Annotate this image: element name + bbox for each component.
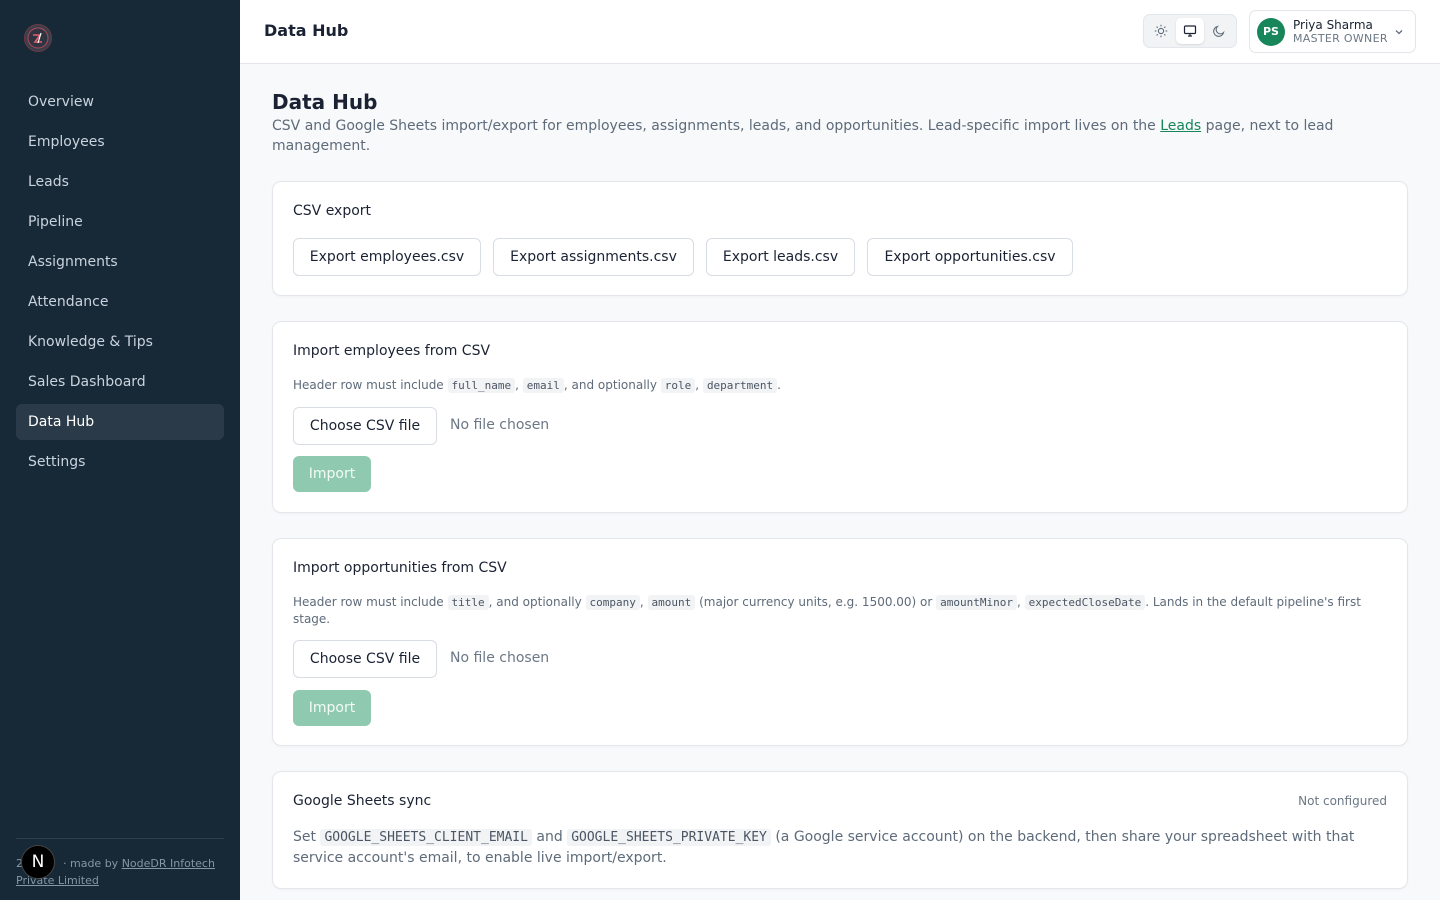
page-heading: Data Hub CSV and Google Sheets import/ex… xyxy=(272,88,1408,156)
dark-theme-button[interactable] xyxy=(1206,18,1233,44)
choose-csv-file-button[interactable]: Choose CSV file xyxy=(293,640,437,678)
user-name: Priya Sharma xyxy=(1293,17,1373,32)
card-title: CSV export xyxy=(293,203,372,219)
avatar: PS xyxy=(1257,17,1285,46)
sidebar-item-data-hub[interactable]: Data Hub xyxy=(16,404,224,440)
sun-icon xyxy=(1154,24,1167,38)
page-description: CSV and Google Sheets import/export for … xyxy=(272,118,1334,154)
sidebar-item-sales-dashboard[interactable]: Sales Dashboard xyxy=(16,364,224,400)
help-text: Header row must include title, and optio… xyxy=(293,595,1361,626)
export-employees-button[interactable]: Export employees.csv xyxy=(293,238,481,276)
theme-toggle xyxy=(1143,14,1237,48)
moon-icon xyxy=(1213,25,1225,37)
top-bar: Data Hub PS Priya Sharma MASTER OWNER xyxy=(240,0,1440,64)
page-title: Data Hub xyxy=(272,90,378,114)
csv-export-card: CSV export Export employees.csv Export a… xyxy=(272,181,1408,296)
card-title: Import opportunities from CSV xyxy=(293,560,507,576)
google-sheets-card: Google Sheets sync Not configured Set GO… xyxy=(272,771,1408,889)
sidebar-item-assignments[interactable]: Assignments xyxy=(16,244,224,280)
sidebar-item-pipeline[interactable]: Pipeline xyxy=(16,204,224,240)
import-employees-card: Import employees from CSV Header row mus… xyxy=(272,321,1408,513)
sheets-instructions: Set GOOGLE_SHEETS_CLIENT_EMAIL and GOOGL… xyxy=(293,829,1355,866)
card-title: Google Sheets sync xyxy=(293,793,432,809)
sidebar-item-overview[interactable]: Overview xyxy=(16,84,224,120)
sidebar-item-knowledge-tips[interactable]: Knowledge & Tips xyxy=(16,324,224,360)
export-assignments-button[interactable]: Export assignments.csv xyxy=(493,238,694,276)
brand-logo[interactable] xyxy=(24,24,52,52)
import-button[interactable]: Import xyxy=(293,690,371,726)
sidebar-item-attendance[interactable]: Attendance xyxy=(16,284,224,320)
file-status: No file chosen xyxy=(450,417,550,433)
system-theme-button[interactable] xyxy=(1176,18,1204,44)
import-opportunities-card: Import opportunities from CSV Header row… xyxy=(272,538,1408,746)
import-button[interactable]: Import xyxy=(293,456,371,492)
user-menu[interactable]: PS Priya Sharma MASTER OWNER xyxy=(1249,10,1416,53)
dev-tools-badge[interactable]: N xyxy=(21,845,55,879)
monitor-icon xyxy=(1183,25,1197,37)
user-role: MASTER OWNER xyxy=(1293,31,1388,45)
chevron-down-icon xyxy=(1395,30,1403,35)
sidebar-item-leads[interactable]: Leads xyxy=(16,164,224,200)
sidebar-item-settings[interactable]: Settings xyxy=(16,444,224,480)
status-badge: Not configured xyxy=(1298,794,1387,808)
sidebar-item-employees[interactable]: Employees xyxy=(16,124,224,160)
export-leads-button[interactable]: Export leads.csv xyxy=(706,238,855,276)
sidebar-nav: Overview Employees Leads Pipeline Assign… xyxy=(16,84,224,484)
light-theme-button[interactable] xyxy=(1147,18,1174,44)
card-title: Import employees from CSV xyxy=(293,343,491,359)
export-opportunities-button[interactable]: Export opportunities.csv xyxy=(867,238,1073,276)
header-title: Data Hub xyxy=(264,21,349,40)
leads-link[interactable]: Leads xyxy=(1160,118,1201,134)
choose-csv-file-button[interactable]: Choose CSV file xyxy=(293,407,437,445)
footer-made-by: · made by xyxy=(63,857,122,870)
help-text: Header row must include full_name, email… xyxy=(293,378,781,393)
file-status: No file chosen xyxy=(450,650,550,666)
sidebar: Overview Employees Leads Pipeline Assign… xyxy=(0,0,240,900)
